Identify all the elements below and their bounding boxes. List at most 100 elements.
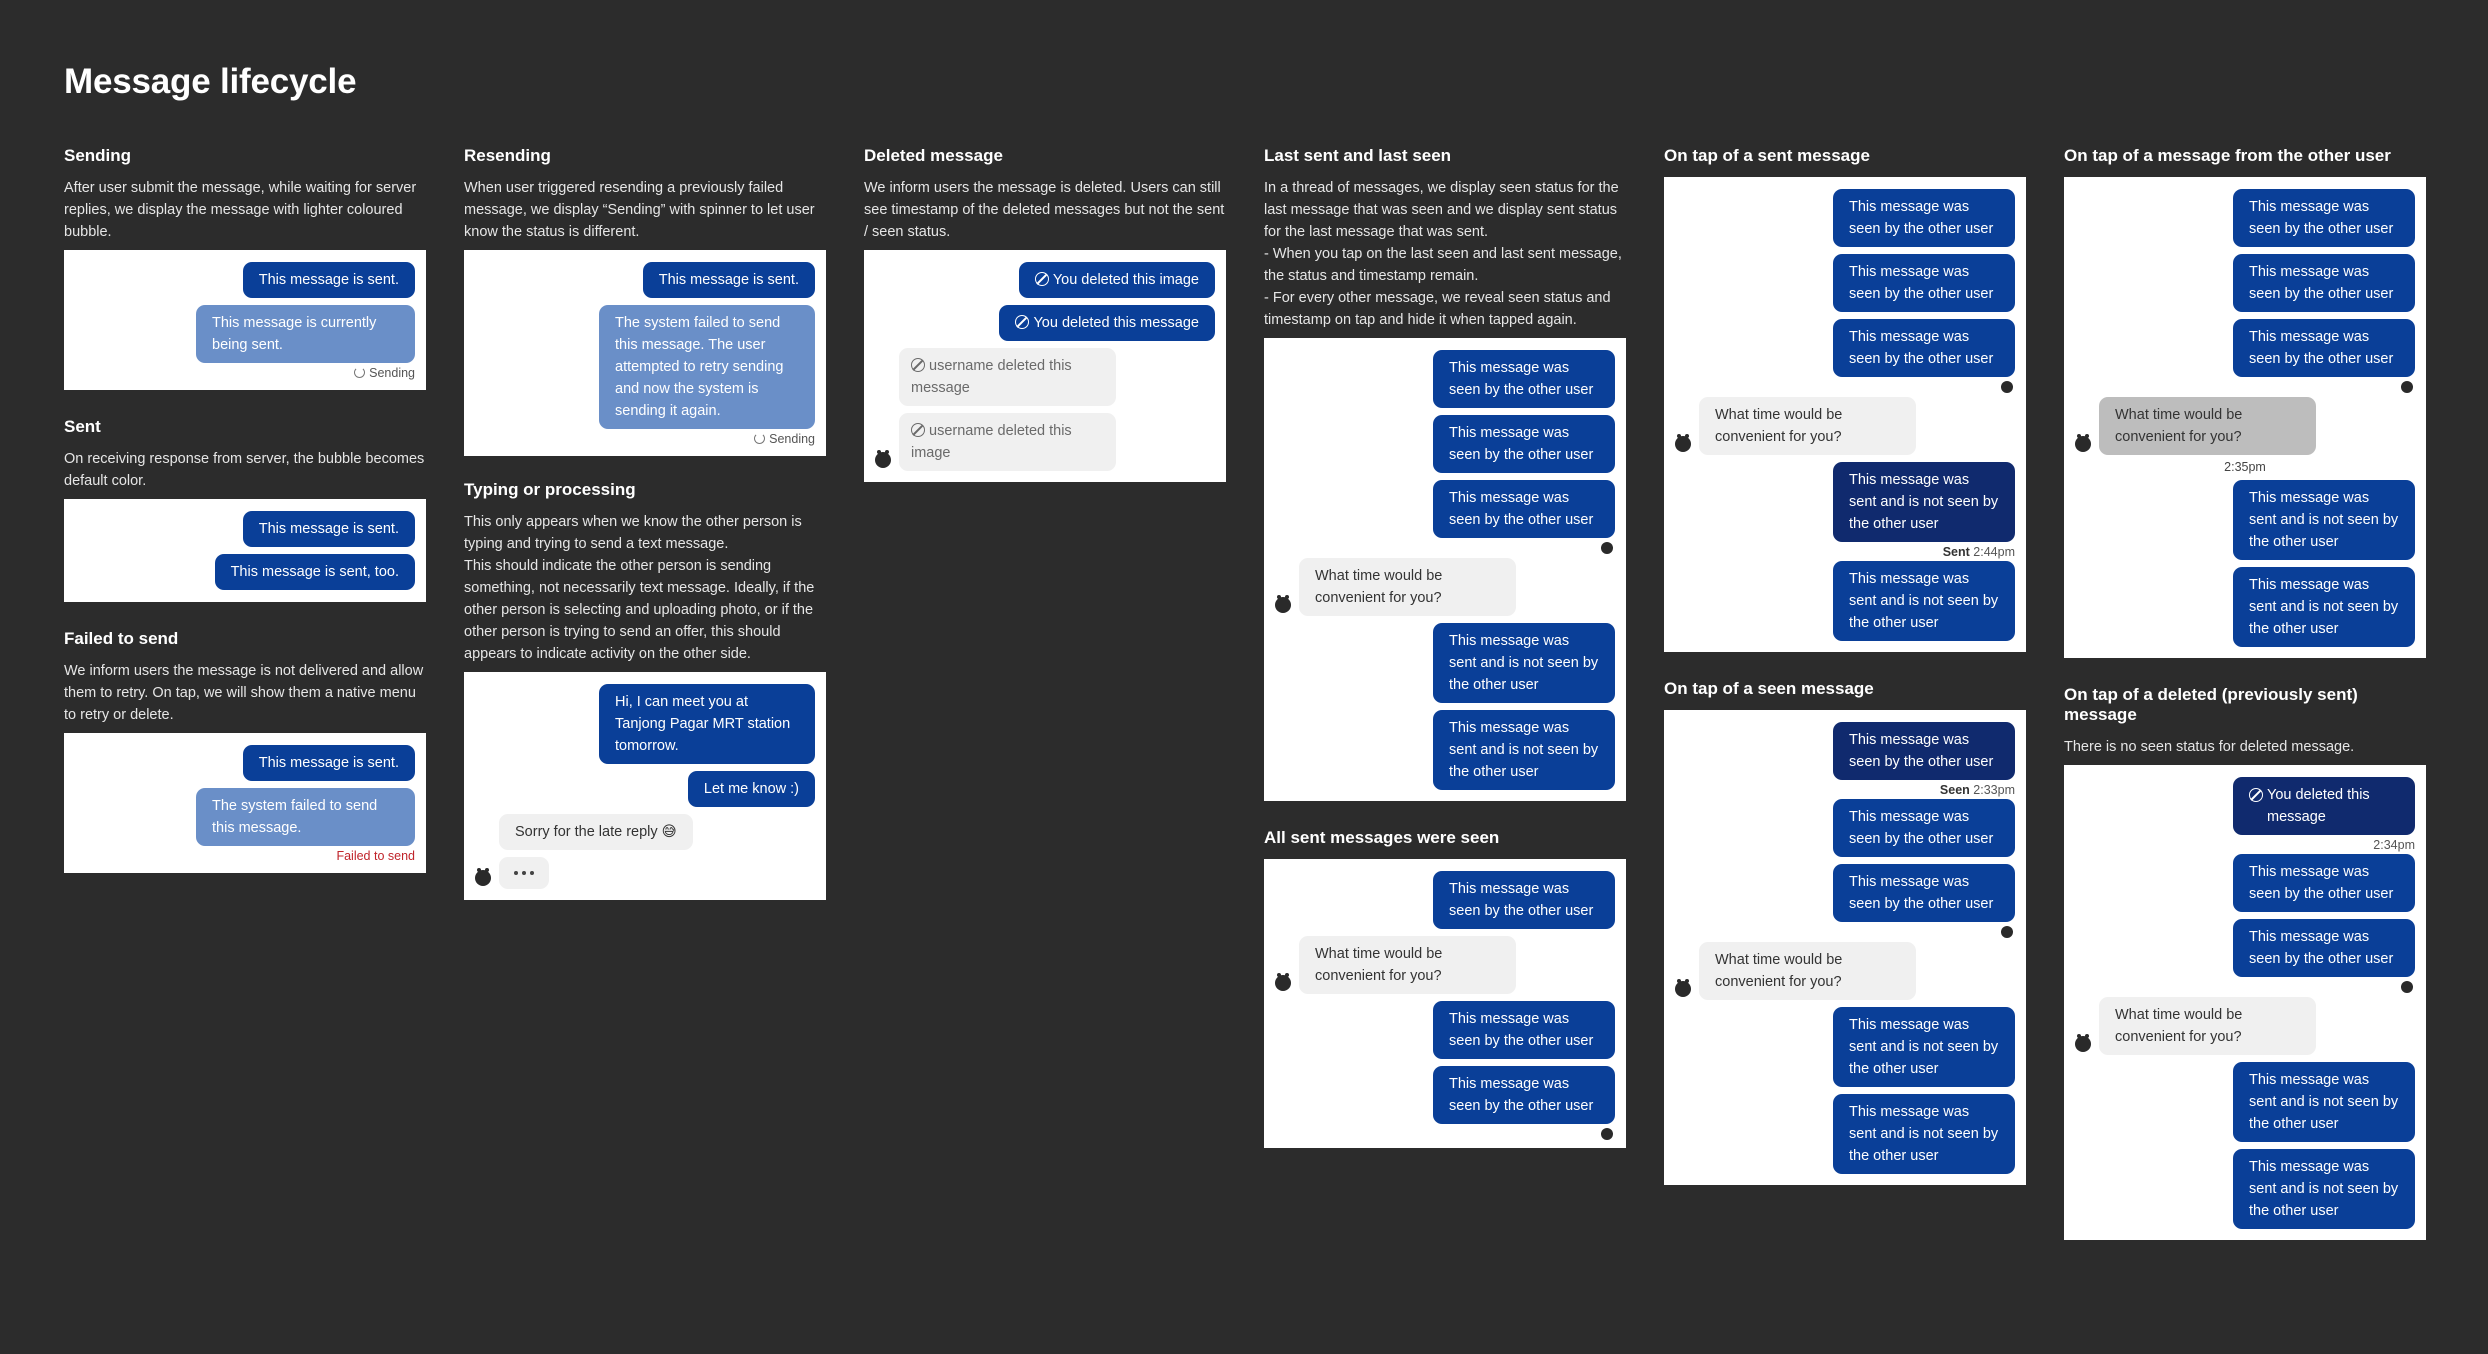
chat-preview: This message is sent. This message is se… xyxy=(64,499,426,602)
avatar xyxy=(1675,979,1691,997)
unseen-bubble[interactable]: This message was sent and is not seen by… xyxy=(1833,561,2015,641)
seen-bubble[interactable]: This message was seen by the other user xyxy=(1433,350,1615,408)
page-title: Message lifecycle xyxy=(64,62,357,101)
chat-preview: This message was seen by the other user … xyxy=(1664,710,2026,1185)
section-typing: Typing or processing This only appears w… xyxy=(464,480,826,900)
seen-bubble[interactable]: This message was seen by the other user xyxy=(2233,254,2415,312)
unseen-bubble[interactable]: This message was sent and is not seen by… xyxy=(1833,1094,2015,1174)
incoming-bubble[interactable]: What time would be convenient for you? xyxy=(2099,997,2316,1055)
sent-bubble[interactable]: This message is sent. xyxy=(242,262,415,298)
section-tap-sent: On tap of a sent message This message wa… xyxy=(1664,146,2026,652)
column-3: Deleted message We inform users the mess… xyxy=(864,146,1226,482)
seen-avatar-icon xyxy=(2001,926,2013,938)
section-description: After user submit the message, while wai… xyxy=(64,180,417,240)
failed-bubble[interactable]: The system failed to send this message. xyxy=(196,788,415,846)
seen-avatar-icon xyxy=(2401,981,2413,993)
seen-bubble[interactable]: This message was seen by the other user xyxy=(1833,864,2015,922)
avatar xyxy=(1275,595,1291,613)
avatar xyxy=(2075,1034,2091,1052)
column-4: Last sent and last seen In a thread of m… xyxy=(1264,146,1626,1148)
incoming-bubble[interactable]: What time would be convenient for you? xyxy=(1699,942,1916,1000)
bubble-text: You deleted this message xyxy=(1033,315,1199,331)
seen-bubble[interactable]: This message was seen by the other user xyxy=(1433,480,1615,538)
column-5: On tap of a sent message This message wa… xyxy=(1664,146,2026,1185)
tapped-seen-bubble[interactable]: This message was seen by the other user xyxy=(1833,722,2015,780)
deleted-bubble[interactable]: You deleted this image xyxy=(1018,262,1215,298)
seen-bubble[interactable]: This message was seen by the other user xyxy=(1833,799,2015,857)
sent-bubble[interactable]: Hi, I can meet you at Tanjong Pagar MRT … xyxy=(599,684,815,764)
unseen-bubble[interactable]: This message was sent and is not seen by… xyxy=(1433,623,1615,703)
unseen-bubble[interactable]: This message was sent and is not seen by… xyxy=(1833,1007,2015,1087)
avatar xyxy=(1675,434,1691,452)
seen-bubble[interactable]: This message was seen by the other user xyxy=(1433,415,1615,473)
sent-bubble[interactable]: This message is sent. xyxy=(642,262,815,298)
section-title: On tap of a message from the other user xyxy=(2064,146,2391,165)
tapped-unseen-bubble[interactable]: This message was sent and is not seen by… xyxy=(1833,462,2015,542)
failed-status: Failed to send xyxy=(336,849,415,863)
sent-status: Sent 2:44pm xyxy=(1943,545,2015,559)
seen-avatar-icon xyxy=(1601,1128,1613,1140)
seen-avatar-icon xyxy=(2401,381,2413,393)
sent-bubble[interactable]: Let me know :) xyxy=(687,771,815,807)
column-1: Sending After user submit the message, w… xyxy=(64,146,426,873)
sending-status: Sending xyxy=(354,366,415,380)
status-time: 2:33pm xyxy=(1973,783,2015,797)
incoming-bubble[interactable]: Sorry for the late reply 😅 xyxy=(499,814,693,850)
unseen-bubble[interactable]: This message was sent and is not seen by… xyxy=(2233,1149,2415,1229)
sent-bubble[interactable]: This message is sent, too. xyxy=(214,554,415,590)
section-description: We inform users the message is deleted. … xyxy=(864,180,1225,240)
section-tap-seen: On tap of a seen message This message wa… xyxy=(1664,679,2026,1185)
seen-bubble[interactable]: This message was seen by the other user xyxy=(2233,854,2415,912)
incoming-bubble[interactable]: What time would be convenient for you? xyxy=(1299,936,1516,994)
section-title: Last sent and last seen xyxy=(1264,146,1452,165)
section-all-seen: All sent messages were seen This message… xyxy=(1264,828,1626,1148)
sent-bubble[interactable]: This message is sent. xyxy=(242,511,415,547)
incoming-bubble[interactable]: What time would be convenient for you? xyxy=(1699,397,1916,455)
chat-preview: Hi, I can meet you at Tanjong Pagar MRT … xyxy=(464,672,826,900)
avatar xyxy=(1275,973,1291,991)
deleted-bubble[interactable]: You deleted this message xyxy=(999,305,1215,341)
incoming-bubble[interactable]: What time would be convenient for you? xyxy=(1299,558,1516,616)
seen-bubble[interactable]: This message was seen by the other user xyxy=(1433,871,1615,929)
section-title: Sending xyxy=(64,146,132,165)
section-title: On tap of a sent message xyxy=(1664,146,1870,165)
unseen-bubble[interactable]: This message was sent and is not seen by… xyxy=(2233,567,2415,647)
seen-bubble[interactable]: This message was seen by the other user xyxy=(2233,319,2415,377)
seen-avatar-icon xyxy=(2001,381,2013,393)
section-tap-deleted: On tap of a deleted (previously sent) me… xyxy=(2064,685,2426,1240)
tapped-deleted-bubble[interactable]: You deleted this message xyxy=(2233,777,2415,835)
tapped-incoming-bubble[interactable]: What time would be convenient for you? xyxy=(2099,397,2316,455)
chat-preview: This message is sent. The system failed … xyxy=(464,250,826,456)
seen-bubble[interactable]: This message was seen by the other user xyxy=(1833,189,2015,247)
spinner-icon xyxy=(754,433,766,444)
avatar xyxy=(2075,434,2091,452)
chat-preview: You deleted this image You deleted this … xyxy=(864,250,1226,482)
section-description: This only appears when we know the other… xyxy=(464,514,815,662)
unseen-bubble[interactable]: This message was sent and is not seen by… xyxy=(2233,1062,2415,1142)
seen-bubble[interactable]: This message was seen by the other user xyxy=(1433,1066,1615,1124)
section-description: In a thread of messages, we display seen… xyxy=(1264,180,1622,328)
section-title: All sent messages were seen xyxy=(1264,828,1500,847)
seen-bubble[interactable]: This message was seen by the other user xyxy=(2233,189,2415,247)
section-title: On tap of a deleted (previously sent) me… xyxy=(2064,685,2358,724)
column-6: On tap of a message from the other user … xyxy=(2064,146,2426,1240)
seen-bubble[interactable]: This message was seen by the other user xyxy=(1833,319,2015,377)
section-resending: Resending When user triggered resending … xyxy=(464,146,826,456)
seen-bubble[interactable]: This message was seen by the other user xyxy=(1833,254,2015,312)
unseen-bubble[interactable]: This message was sent and is not seen by… xyxy=(2233,480,2415,560)
seen-bubble[interactable]: This message was seen by the other user xyxy=(2233,919,2415,977)
sent-bubble[interactable]: This message is sent. xyxy=(242,745,415,781)
message-time: 2:34pm xyxy=(2373,838,2415,852)
sending-bubble[interactable]: This message is currently being sent. xyxy=(196,305,415,363)
section-title: Typing or processing xyxy=(464,480,636,499)
seen-bubble[interactable]: This message was seen by the other user xyxy=(1433,1001,1615,1059)
section-description: We inform users the message is not deliv… xyxy=(64,663,424,723)
section-sending: Sending After user submit the message, w… xyxy=(64,146,426,390)
incoming-deleted-bubble[interactable]: username deleted this image xyxy=(899,413,1116,471)
unseen-bubble[interactable]: This message was sent and is not seen by… xyxy=(1433,710,1615,790)
typing-indicator xyxy=(499,857,549,889)
resending-bubble[interactable]: The system failed to send this message. … xyxy=(599,305,815,429)
ban-icon xyxy=(911,423,925,437)
status-label: Seen xyxy=(1939,783,1970,797)
incoming-deleted-bubble[interactable]: username deleted this message xyxy=(899,348,1116,406)
